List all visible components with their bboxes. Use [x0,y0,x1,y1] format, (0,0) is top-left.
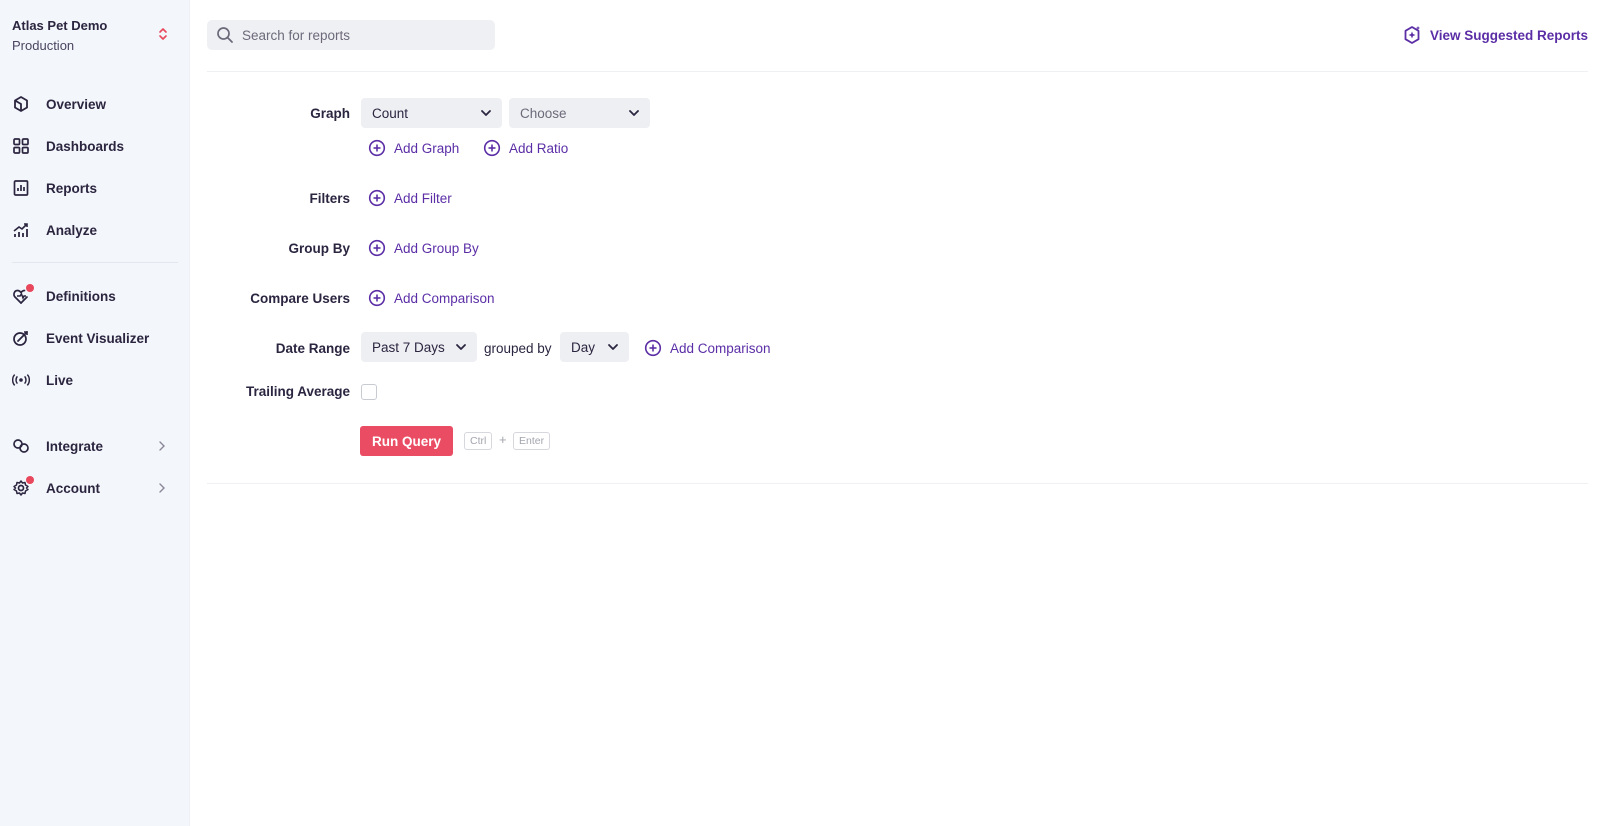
sidebar-item-account[interactable]: Account [12,472,178,504]
add-group-by-button[interactable]: Add Group By [368,237,479,259]
sidebar-item-label: Analyze [46,222,98,238]
add-graph-label: Add Graph [394,140,460,156]
chevron-right-icon [159,483,165,493]
sidebar-item-event-visualizer[interactable]: Event Visualizer [12,322,178,354]
add-filter-label: Add Filter [394,190,452,206]
sidebar-item-label: Account [46,480,100,496]
gear-icon [12,476,34,497]
sidebar-item-reports[interactable]: Reports [12,172,178,204]
shortcut-key-ctrl: Ctrl [464,432,493,450]
sidebar-item-label: Integrate [46,438,104,454]
grid-icon [12,137,30,155]
graph-event-select[interactable]: Choose [509,98,650,128]
run-query-button[interactable]: Run Query [360,426,454,456]
search-icon [217,27,233,43]
add-ratio-button[interactable]: Add Ratio [483,137,568,159]
sidebar-item-integrate[interactable]: Integrate [12,430,178,462]
trailing-average-label: Trailing Average [245,384,350,399]
shortcut-plus: + [499,432,507,447]
grouped-by-text: grouped by [484,341,552,356]
plus-circle-icon [368,289,386,307]
shortcut-key-enter: Enter [513,432,551,450]
search-input[interactable] [242,20,482,50]
graph-event-placeholder: Choose [520,105,567,121]
visualizer-icon [12,329,30,347]
date-range-label: Date Range [275,341,350,356]
plus-circle-icon [368,139,386,157]
report-icon [12,179,30,197]
workspace-name: Atlas Pet Demo [12,18,108,33]
sidebar: Atlas Pet Demo Production Overview Dashb… [0,0,190,826]
add-graph-button[interactable]: Add Graph [368,137,459,159]
broadcast-icon [12,371,30,389]
sidebar-item-dashboards[interactable]: Dashboards [12,130,178,162]
group-by-label: Group By [288,241,350,256]
sidebar-item-label: Definitions [46,288,116,304]
sidebar-divider [12,262,178,263]
graph-metric-value: Count [372,105,409,121]
filters-label: Filters [309,191,350,206]
sidebar-item-label: Reports [46,180,98,196]
sidebar-item-overview[interactable]: Overview [12,88,178,120]
sidebar-item-analyze[interactable]: Analyze [12,214,178,246]
sidebar-item-label: Overview [46,96,107,112]
workspace-switcher[interactable]: Atlas Pet Demo Production [12,18,178,58]
link-icon [12,437,30,455]
add-user-comparison-label: Add Comparison [394,290,495,306]
workspace-environment: Production [12,38,75,53]
add-group-by-label: Add Group By [394,240,479,256]
graph-metric-select[interactable]: Count [361,98,502,128]
notification-badge [26,284,34,292]
chart-trend-icon [12,221,30,239]
granularity-value: Day [571,339,596,355]
plus-circle-icon [483,139,501,157]
view-suggested-reports-link[interactable]: View Suggested Reports [1402,24,1588,46]
compare-users-label: Compare Users [250,291,350,306]
chevron-down-icon [481,110,491,116]
date-range-value: Past 7 Days [372,339,445,355]
trailing-average-checkbox[interactable] [361,384,377,400]
add-filter-button[interactable]: Add Filter [368,187,452,209]
add-ratio-label: Add Ratio [509,140,569,156]
search-box [207,20,495,50]
sidebar-item-definitions[interactable]: Definitions [12,280,178,312]
sidebar-item-label: Dashboards [46,138,125,154]
plus-circle-icon [368,239,386,257]
graph-label: Graph [310,106,350,121]
view-suggested-reports-label: View Suggested Reports [1429,27,1588,43]
chevron-right-icon [159,441,165,451]
plus-circle-icon [368,189,386,207]
add-user-comparison-button[interactable]: Add Comparison [368,287,495,309]
sidebar-item-label: Event Visualizer [46,330,150,346]
sidebar-item-live[interactable]: Live [12,364,178,396]
app-root: Atlas Pet Demo Production Overview Dashb… [0,0,1600,826]
cube-icon [12,95,30,113]
add-date-comparison-label: Add Comparison [670,340,771,356]
notification-badge [26,476,34,484]
top-bar: View Suggested Reports [207,0,1588,72]
chevron-down-icon [608,344,618,350]
form-divider [207,483,1588,484]
add-date-comparison-button[interactable]: Add Comparison [644,337,771,359]
chevron-down-icon [456,344,466,350]
plus-circle-icon [644,339,662,357]
granularity-select[interactable]: Day [560,332,629,362]
sparkle-hexagon-icon [1404,26,1420,44]
date-range-select[interactable]: Past 7 Days [361,332,477,362]
definitions-icon [12,284,34,305]
sidebar-item-label: Live [46,372,74,388]
chevron-down-icon [629,110,639,116]
up-down-chevron-icon [159,28,167,40]
main-content: View Suggested Reports Graph Count Choos… [190,0,1600,826]
